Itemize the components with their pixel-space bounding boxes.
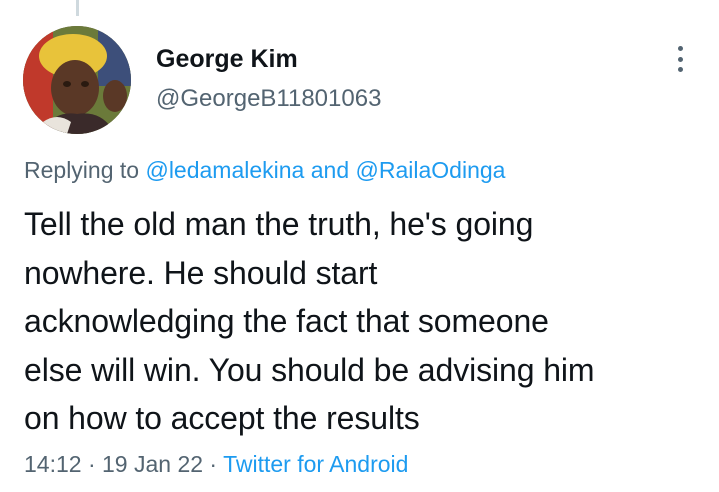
avatar[interactable]: [23, 26, 131, 134]
tweet-date[interactable]: 19 Jan 22: [102, 451, 203, 477]
tweet-text-line: nowhere. He should start: [24, 254, 378, 291]
tweet-text: Tell the old man the truth, he's going n…: [24, 200, 704, 443]
tweet-text-line: else will win. You should be advising hi…: [24, 351, 595, 388]
more-dot: [677, 56, 683, 62]
tweet-source-link[interactable]: Twitter for Android: [223, 451, 408, 477]
user-handle[interactable]: @GeorgeB11801063: [156, 82, 381, 116]
tweet-text-line: Tell the old man the truth, he's going: [24, 206, 534, 242]
tweet-meta: 14:12 · 19 Jan 22 · Twitter for Android: [24, 449, 408, 479]
tweet-text-line: acknowledging the fact that someone: [24, 303, 549, 339]
meta-separator: ·: [81, 451, 103, 477]
replying-to-line: Replying to @ledamalekina and @RailaOdin…: [24, 155, 505, 185]
mention-connector: and: [304, 157, 356, 183]
more-dot: [677, 46, 683, 51]
avatar-image: [23, 26, 131, 134]
replying-prefix: Replying to: [24, 157, 146, 183]
more-options-icon[interactable]: [666, 46, 694, 72]
mention-railaodinga[interactable]: @RailaOdinga: [356, 157, 506, 183]
tweet-card: George Kim @GeorgeB11801063 Replying to …: [0, 0, 719, 492]
tweet-text-line: on how to accept the results: [24, 400, 420, 436]
more-dot: [677, 67, 683, 72]
tweet-time[interactable]: 14:12: [24, 451, 82, 477]
thread-connector-line: [76, 0, 79, 16]
display-name[interactable]: George Kim: [156, 42, 381, 76]
author-block: George Kim @GeorgeB11801063: [156, 42, 381, 116]
mention-ledamalekina[interactable]: @ledamalekina: [145, 157, 304, 183]
meta-separator: ·: [203, 451, 224, 477]
